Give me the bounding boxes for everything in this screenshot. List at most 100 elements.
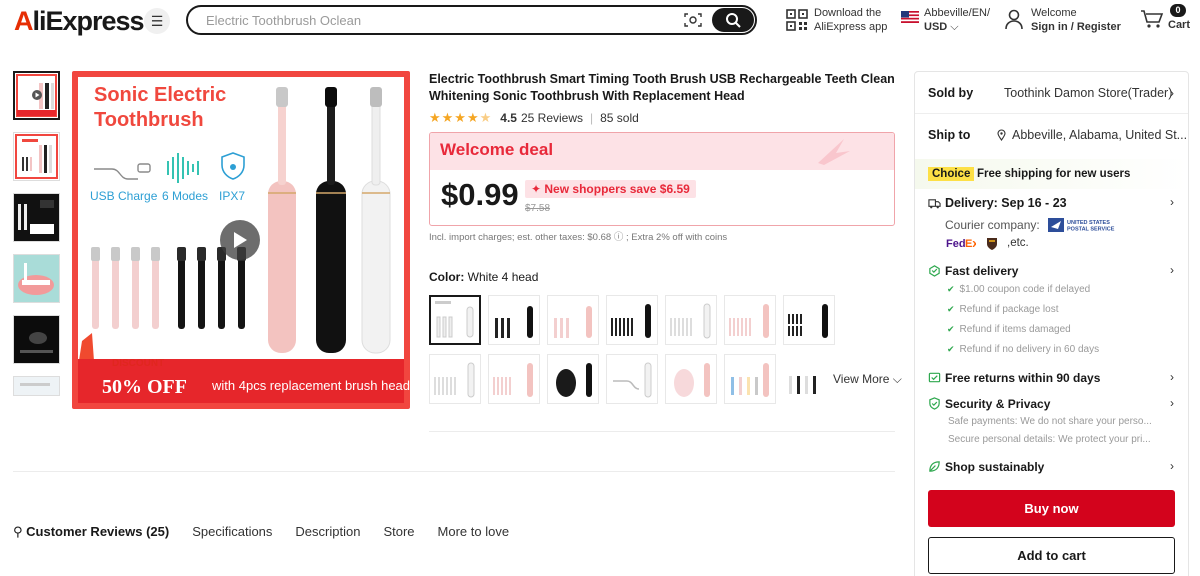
delivery-date[interactable]: Delivery: Sep 16 - 23 <box>945 196 1067 210</box>
app-line2: AliExpress app <box>814 21 888 33</box>
variant-option[interactable] <box>429 295 481 345</box>
feature-ipx7: IPX7 <box>219 189 246 203</box>
search-bar[interactable]: Electric Toothbrush Oclean <box>186 5 757 35</box>
chevron-down-icon: ⌵ <box>889 372 902 386</box>
currency-label: USD <box>924 21 948 33</box>
variant-option[interactable] <box>547 295 599 345</box>
play-icon <box>234 232 247 248</box>
menu-icon[interactable]: ☰ <box>144 8 170 34</box>
check-icon: ✔ <box>947 344 955 354</box>
product-title: Electric Toothbrush Smart Timing Tooth B… <box>429 72 895 103</box>
fast-delivery-title[interactable]: Fast delivery <box>945 264 1018 278</box>
thumbnail-4[interactable] <box>13 254 60 303</box>
welcome-deal-title: Welcome deal <box>440 140 554 159</box>
choice-shipping-text: Free shipping for new users <box>977 168 1131 180</box>
qr-code-icon[interactable] <box>786 9 808 31</box>
new-shopper-text: New shoppers save $6.59 <box>544 182 690 196</box>
tab-customer-reviews[interactable]: ⚲ Customer Reviews (25) <box>13 524 169 540</box>
discount-label: DISCOUNT <box>112 358 165 369</box>
thumbnail-1[interactable] <box>13 71 60 120</box>
view-more-link[interactable]: View More ⌵ <box>833 372 902 387</box>
divider <box>915 113 1188 114</box>
search-button[interactable] <box>712 8 754 32</box>
ship-to-row[interactable]: Ship to <box>928 128 970 142</box>
sold-count: 85 sold <box>600 111 639 125</box>
tab-store[interactable]: Store <box>383 524 414 540</box>
variant-option[interactable] <box>665 295 717 345</box>
security-item: Secure personal details: We protect your… <box>948 434 1151 445</box>
ship-to-location[interactable]: Abbeville, Alabama, United St... <box>1012 128 1187 142</box>
variant-option[interactable] <box>429 354 481 404</box>
thumbnail-5[interactable] <box>13 315 60 364</box>
variant-option[interactable] <box>488 354 540 404</box>
shield-icon <box>929 397 940 410</box>
security-privacy-title[interactable]: Security & Privacy <box>945 397 1050 411</box>
buy-now-button[interactable]: Buy now <box>928 490 1175 527</box>
deal-decoration-icon <box>818 139 850 165</box>
ups-logo-icon <box>987 238 997 250</box>
tab-specifications[interactable]: Specifications <box>192 524 272 540</box>
sale-price: $0.99 <box>441 177 519 212</box>
variant-option[interactable] <box>783 295 835 345</box>
welcome-deal-box: Welcome deal $0.99 ✦ New shoppers save $… <box>429 132 895 226</box>
chevron-right-icon: › <box>1170 86 1174 100</box>
play-video-button[interactable] <box>220 220 260 260</box>
variant-option[interactable] <box>606 295 658 345</box>
download-app-link[interactable]: Download the AliExpress app <box>814 6 887 34</box>
chevron-right-icon: › <box>1170 396 1174 410</box>
svg-text:Ex: Ex <box>965 238 976 249</box>
chevron-right-icon: › <box>1170 459 1174 473</box>
thumbnail-3[interactable] <box>13 193 60 242</box>
sign-in-link[interactable]: Sign in / Register <box>1031 21 1121 33</box>
view-more-label: View More <box>833 372 890 386</box>
shop-sustainably-title[interactable]: Shop sustainably <box>945 460 1044 474</box>
free-returns-title[interactable]: Free returns within 90 days <box>945 371 1100 385</box>
courier-more: ,etc. <box>1007 237 1029 249</box>
returns-icon <box>928 372 941 383</box>
account-menu[interactable]: Welcome Sign in / Register <box>1031 6 1121 34</box>
main-product-image[interactable]: Sonic Electric Toothbrush USB Charge 6 M… <box>72 71 410 409</box>
add-to-cart-button[interactable]: Add to cart <box>928 537 1175 574</box>
thumbnail-6[interactable] <box>13 376 60 396</box>
image-search-icon[interactable] <box>684 12 702 28</box>
chevron-right-icon: › <box>1170 195 1174 209</box>
truck-icon <box>928 199 941 209</box>
thumbnail-2[interactable] <box>13 132 60 181</box>
variant-option[interactable] <box>724 295 776 345</box>
tab-more-to-love[interactable]: More to love <box>438 524 510 540</box>
chevron-right-icon: › <box>1170 370 1174 384</box>
store-name-link[interactable]: Toothink Damon Store(Trader) <box>1004 86 1172 100</box>
cart-label[interactable]: Cart <box>1168 19 1190 31</box>
locale-selector[interactable]: Abbeville/EN/ USD ⌵ <box>924 6 990 34</box>
variant-option[interactable] <box>606 354 658 404</box>
locale-line1: Abbeville/EN/ <box>924 7 991 19</box>
variant-option[interactable] <box>724 354 776 404</box>
fast-delivery-item: ✔ Refund if package lost <box>947 304 1059 315</box>
sold-by-label: Sold by <box>928 86 974 100</box>
user-icon[interactable] <box>1004 8 1024 30</box>
rating-score: 4.5 <box>500 111 517 125</box>
tab-customer-reviews-label: Customer Reviews (25) <box>26 524 170 539</box>
cart-icon[interactable] <box>1140 9 1164 29</box>
pin-icon: ⚲ <box>13 524 27 539</box>
fast-delivery-icon <box>929 265 940 277</box>
check-icon: ✔ <box>947 324 955 334</box>
welcome-text: Welcome <box>1031 7 1077 19</box>
aliexpress-logo[interactable]: AliExpress <box>14 6 145 37</box>
reviews-link[interactable]: 25 Reviews <box>521 111 583 125</box>
tab-description[interactable]: Description <box>295 524 360 540</box>
variant-option[interactable] <box>665 354 717 404</box>
top-header: AliExpress ☰ Electric Toothbrush Oclean … <box>0 0 1200 42</box>
search-input[interactable]: Electric Toothbrush Oclean <box>206 13 361 28</box>
fast-delivery-item: ✔ $1.00 coupon code if delayed <box>947 284 1090 295</box>
thumbnail-list <box>13 71 60 408</box>
security-item: Safe payments: We do not share your pers… <box>948 416 1152 427</box>
variant-option[interactable] <box>783 354 835 404</box>
svg-text:POSTAL SERVICE: POSTAL SERVICE <box>1067 227 1115 233</box>
fast-delivery-item: ✔ Refund if no delivery in 60 days <box>947 344 1099 355</box>
variant-option[interactable] <box>547 354 599 404</box>
variant-option[interactable] <box>488 295 540 345</box>
sold-by-row[interactable]: Sold by <box>928 86 973 100</box>
new-shopper-tag: ✦ New shoppers save $6.59 <box>525 180 696 198</box>
chevron-right-icon: › <box>1170 263 1174 277</box>
